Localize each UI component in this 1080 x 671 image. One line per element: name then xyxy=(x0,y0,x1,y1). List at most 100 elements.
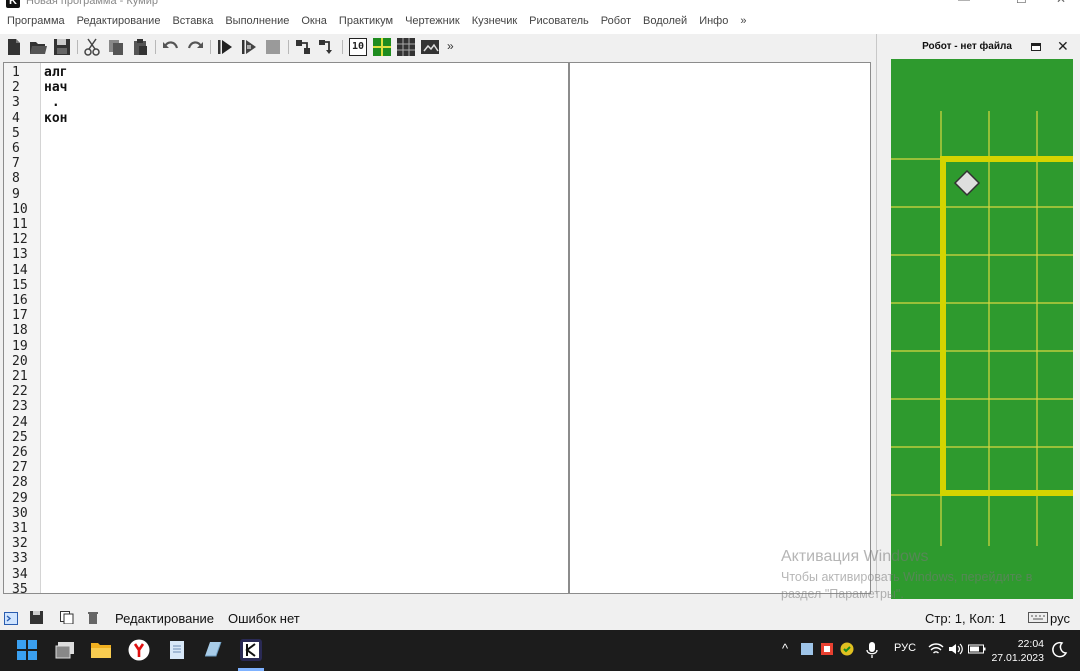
watermark-line2: Чтобы активировать Windows, перейдите в xyxy=(781,570,1033,584)
step-run-icon[interactable] xyxy=(240,38,258,56)
line-number: 25 xyxy=(12,429,28,445)
window-title: Новая программа - Кумир xyxy=(26,0,158,7)
app-icon[interactable] xyxy=(202,639,224,661)
keyboard-icon xyxy=(1028,612,1048,623)
toolbar: 10 » xyxy=(0,34,876,60)
kumir-app-icon: K xyxy=(6,0,20,8)
status-bar: Редактирование Ошибок нет Стр: 1, Кол: 1… xyxy=(0,606,1080,630)
new-file-icon[interactable] xyxy=(5,38,23,56)
title-bar: K Новая программа - Кумир — ☐ ✕ xyxy=(0,0,1080,8)
battery-icon[interactable] xyxy=(968,642,986,656)
line-number: 23 xyxy=(12,399,28,415)
menu-drawer[interactable]: Чертежник xyxy=(399,8,466,34)
code-editor[interactable]: 1 2 3 4 5 6 7 8 9 10 11 12 13 14 15 16 17 18 19 20 21 22 23 24 2… xyxy=(3,62,569,594)
toolbar-separator xyxy=(288,40,289,54)
redo-icon[interactable] xyxy=(186,38,204,56)
code-line[interactable]: алг xyxy=(44,65,67,80)
line-number: 31 xyxy=(12,521,28,536)
menu-water[interactable]: Водолей xyxy=(637,8,693,34)
tray-language[interactable]: РУС xyxy=(894,642,916,654)
undo-icon[interactable] xyxy=(162,38,180,56)
windows-start-icon[interactable] xyxy=(16,639,38,661)
menu-run[interactable]: Выполнение xyxy=(219,8,295,34)
microphone-icon[interactable] xyxy=(866,642,878,658)
toolbar-separator xyxy=(77,40,78,54)
file-explorer-icon[interactable] xyxy=(90,639,112,661)
volume-icon[interactable] xyxy=(948,642,964,656)
paste-icon[interactable] xyxy=(131,38,149,56)
robot-panel: Робот - нет файла ✕ xyxy=(876,34,1080,599)
float-panel-icon[interactable] xyxy=(1031,43,1041,51)
line-number: 18 xyxy=(12,323,28,339)
activation-watermark: Активация Windows Чтобы активировать Win… xyxy=(781,548,1032,603)
line-number: 5 xyxy=(12,125,20,141)
taskbar-clock[interactable]: 22:04 27.01.2023 xyxy=(991,637,1044,665)
line-number: 34 xyxy=(12,566,28,582)
kumir-taskbar-icon[interactable] xyxy=(240,639,262,661)
code-line[interactable]: кон xyxy=(44,111,67,126)
tray-office-icon[interactable] xyxy=(820,642,834,656)
notifications-icon[interactable] xyxy=(1050,641,1068,659)
close-panel-button[interactable]: ✕ xyxy=(1057,39,1069,53)
step-into-icon[interactable] xyxy=(318,38,336,56)
toolbar-overflow[interactable]: » xyxy=(447,39,454,53)
line-number: 8 xyxy=(12,171,20,187)
code-line[interactable]: нач xyxy=(44,80,67,95)
wifi-icon[interactable] xyxy=(928,642,944,656)
line-number: 28 xyxy=(12,475,28,491)
status-errors: Ошибок нет xyxy=(228,611,300,626)
robot-panel-title: Робот - нет файла xyxy=(922,41,1012,52)
robot-field[interactable] xyxy=(891,59,1073,599)
line-number: 16 xyxy=(12,293,28,308)
line-number: 13 xyxy=(12,247,28,263)
line-number: 29 xyxy=(12,490,28,506)
close-button[interactable]: ✕ xyxy=(1056,0,1066,6)
stop-icon[interactable] xyxy=(264,38,282,56)
step-over-icon[interactable] xyxy=(294,38,312,56)
status-mode: Редактирование xyxy=(115,611,215,626)
minimize-button[interactable]: — xyxy=(958,0,970,6)
tray-overflow-icon[interactable]: ^ xyxy=(782,641,788,656)
line-number: 4 xyxy=(12,110,20,126)
tray-app-icon[interactable] xyxy=(800,642,814,656)
menu-painter[interactable]: Рисователь xyxy=(523,8,595,34)
maximize-button[interactable]: ☐ xyxy=(1016,0,1027,6)
robot-grid-icon[interactable] xyxy=(373,38,391,56)
status-keyboard-layout: рус xyxy=(1050,611,1070,626)
menu-practicum[interactable]: Практикум xyxy=(333,8,399,34)
menu-edit[interactable]: Редактирование xyxy=(71,8,167,34)
menu-robot[interactable]: Робот xyxy=(595,8,637,34)
pult-icon[interactable]: 10 xyxy=(349,38,367,56)
tray-security-icon[interactable] xyxy=(840,642,854,656)
trash-icon[interactable] xyxy=(86,611,100,624)
task-view-icon[interactable] xyxy=(54,639,76,661)
notepad-icon[interactable] xyxy=(166,639,188,661)
console-icon[interactable] xyxy=(4,612,18,625)
menu-insert[interactable]: Вставка xyxy=(166,8,219,34)
menu-info[interactable]: Инфо xyxy=(693,8,734,34)
line-number: 12 xyxy=(12,232,28,248)
run-icon[interactable] xyxy=(216,38,234,56)
line-number: 10 xyxy=(12,201,28,217)
field-icon[interactable] xyxy=(397,38,415,56)
toolbar-separator xyxy=(210,40,211,54)
menu-overflow[interactable]: » xyxy=(734,8,752,34)
save-output-icon[interactable] xyxy=(30,611,44,624)
menu-windows[interactable]: Окна xyxy=(295,8,333,34)
copy-icon[interactable] xyxy=(107,38,125,56)
menu-grasshopper[interactable]: Кузнечик xyxy=(466,8,523,34)
open-folder-icon[interactable] xyxy=(29,38,47,56)
line-number: 11 xyxy=(12,217,28,232)
yandex-browser-icon[interactable] xyxy=(128,639,150,661)
cut-icon[interactable] xyxy=(83,38,101,56)
line-number: 32 xyxy=(12,536,28,552)
code-line[interactable]: . xyxy=(44,95,60,110)
toolbar-separator xyxy=(342,40,343,54)
copy-output-icon[interactable] xyxy=(60,611,74,624)
line-number: 26 xyxy=(12,445,28,460)
save-icon[interactable] xyxy=(53,38,71,56)
drawer-icon[interactable] xyxy=(421,38,439,56)
results-pane[interactable] xyxy=(569,62,871,594)
line-number: 14 xyxy=(12,262,28,278)
menu-program[interactable]: Программа xyxy=(0,8,71,34)
